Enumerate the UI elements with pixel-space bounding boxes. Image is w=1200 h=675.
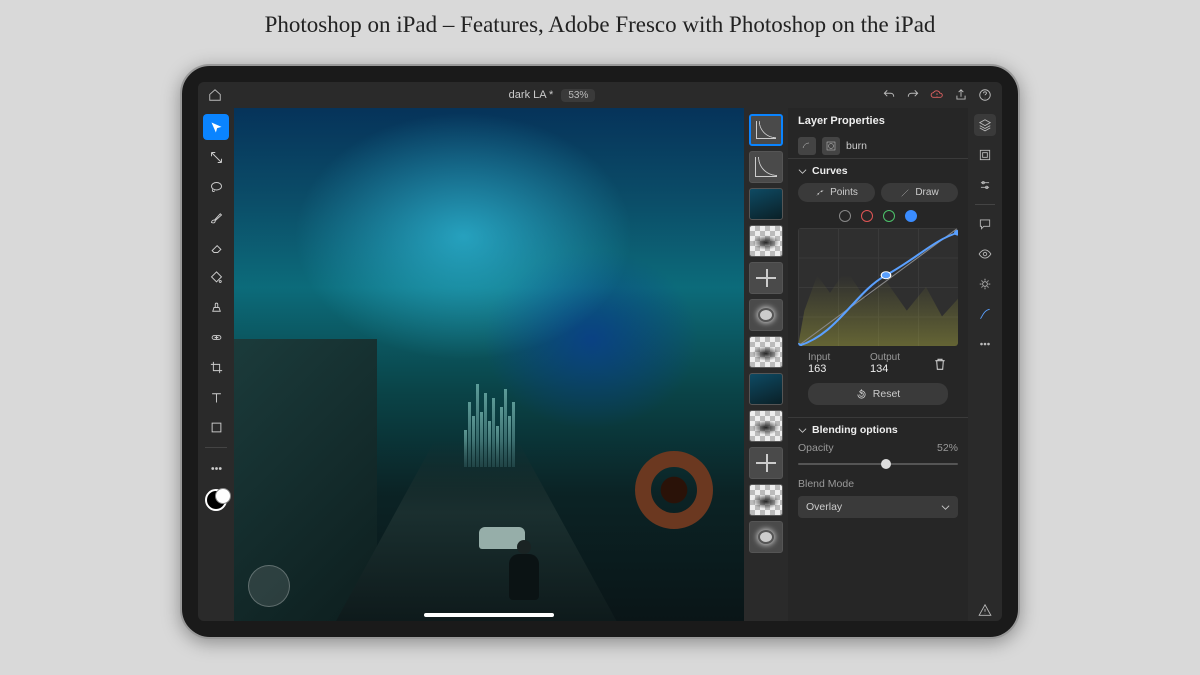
help-icon[interactable]	[976, 86, 994, 104]
layer-strip	[744, 108, 788, 621]
layer-thumb[interactable]	[749, 114, 783, 146]
blendmode-select[interactable]: Overlay	[798, 496, 958, 518]
input-value[interactable]: 163	[808, 363, 858, 375]
layer-thumb[interactable]	[749, 336, 783, 368]
layer-thumb[interactable]	[749, 447, 783, 479]
layers-icon[interactable]	[974, 114, 996, 136]
blendmode-label: Blend Mode	[798, 478, 958, 490]
curves-panel-icon[interactable]	[974, 303, 996, 325]
panel-title: Layer Properties	[788, 108, 968, 134]
color-swatch[interactable]	[205, 489, 227, 511]
curves-draw-button[interactable]: Draw	[881, 183, 958, 202]
channel-selector	[798, 210, 958, 222]
warning-icon[interactable]	[974, 599, 996, 621]
curves-section-header[interactable]: Curves	[798, 165, 958, 177]
layer-thumb[interactable]	[749, 262, 783, 294]
layer-thumb[interactable]	[749, 484, 783, 516]
type-tool[interactable]	[203, 384, 229, 410]
layer-name[interactable]: burn	[846, 140, 867, 152]
comments-icon[interactable]	[974, 213, 996, 235]
touch-shortcut[interactable]	[248, 565, 290, 607]
channel-blue[interactable]	[905, 210, 917, 222]
topbar: dark LA * 53%	[198, 82, 1002, 108]
document-title[interactable]: dark LA * 53%	[509, 89, 596, 102]
road-graphic	[336, 441, 617, 621]
canvas-image	[234, 108, 744, 621]
brush-tool[interactable]	[203, 204, 229, 230]
opacity-value: 52%	[937, 442, 958, 454]
share-icon[interactable]	[952, 86, 970, 104]
layer-thumb[interactable]	[749, 151, 783, 183]
undo-icon[interactable]	[880, 86, 898, 104]
channel-composite[interactable]	[839, 210, 851, 222]
input-label: Input	[808, 352, 858, 363]
curves-graph[interactable]	[798, 228, 958, 346]
canvas[interactable]	[234, 108, 744, 621]
home-icon[interactable]	[206, 86, 224, 104]
person-graphic	[509, 554, 539, 600]
output-label: Output	[870, 352, 920, 363]
curves-points-button[interactable]: Points	[798, 183, 875, 202]
ipad-frame: dark LA * 53%	[180, 64, 1020, 639]
properties-panel: Layer Properties burn Curves Points Draw	[788, 108, 968, 621]
transform-tool[interactable]	[203, 144, 229, 170]
home-indicator[interactable]	[424, 613, 554, 617]
redo-icon[interactable]	[904, 86, 922, 104]
lasso-tool[interactable]	[203, 174, 229, 200]
opacity-slider[interactable]	[798, 458, 958, 470]
layer-thumb[interactable]	[749, 188, 783, 220]
left-toolbar	[198, 108, 234, 621]
visibility-icon[interactable]	[974, 243, 996, 265]
layer-thumb[interactable]	[749, 225, 783, 257]
shape-tool[interactable]	[203, 414, 229, 440]
clone-stamp-tool[interactable]	[203, 294, 229, 320]
layer-kind-icon	[798, 137, 816, 155]
more-icon[interactable]	[974, 333, 996, 355]
layer-thumb[interactable]	[749, 373, 783, 405]
reset-button[interactable]: Reset	[808, 383, 948, 405]
opacity-label: Opacity	[798, 442, 834, 454]
page-title: Photoshop on iPad – Features, Adobe Fres…	[0, 0, 1200, 38]
layer-mask-icon[interactable]	[822, 137, 840, 155]
eraser-tool[interactable]	[203, 234, 229, 260]
layer-thumb[interactable]	[749, 410, 783, 442]
right-rail	[968, 108, 1002, 621]
heal-tool[interactable]	[203, 324, 229, 350]
layer-properties-icon[interactable]	[974, 144, 996, 166]
cloud-sync-error-icon[interactable]	[928, 86, 946, 104]
more-tools-icon[interactable]	[203, 455, 229, 481]
channel-green[interactable]	[883, 210, 895, 222]
output-value[interactable]: 134	[870, 363, 920, 375]
channel-red[interactable]	[861, 210, 873, 222]
move-tool[interactable]	[203, 114, 229, 140]
layer-thumb[interactable]	[749, 521, 783, 553]
delete-point-icon[interactable]	[932, 356, 948, 372]
crop-tool[interactable]	[203, 354, 229, 380]
doc-name: dark LA *	[509, 89, 554, 101]
app-screen: dark LA * 53%	[198, 82, 1002, 621]
effects-icon[interactable]	[974, 273, 996, 295]
zoom-level[interactable]: 53%	[561, 89, 595, 102]
fill-tool[interactable]	[203, 264, 229, 290]
adjustments-icon[interactable]	[974, 174, 996, 196]
donut-sign-graphic	[635, 451, 713, 529]
layer-thumb[interactable]	[749, 299, 783, 331]
blending-section-header[interactable]: Blending options	[798, 424, 958, 436]
